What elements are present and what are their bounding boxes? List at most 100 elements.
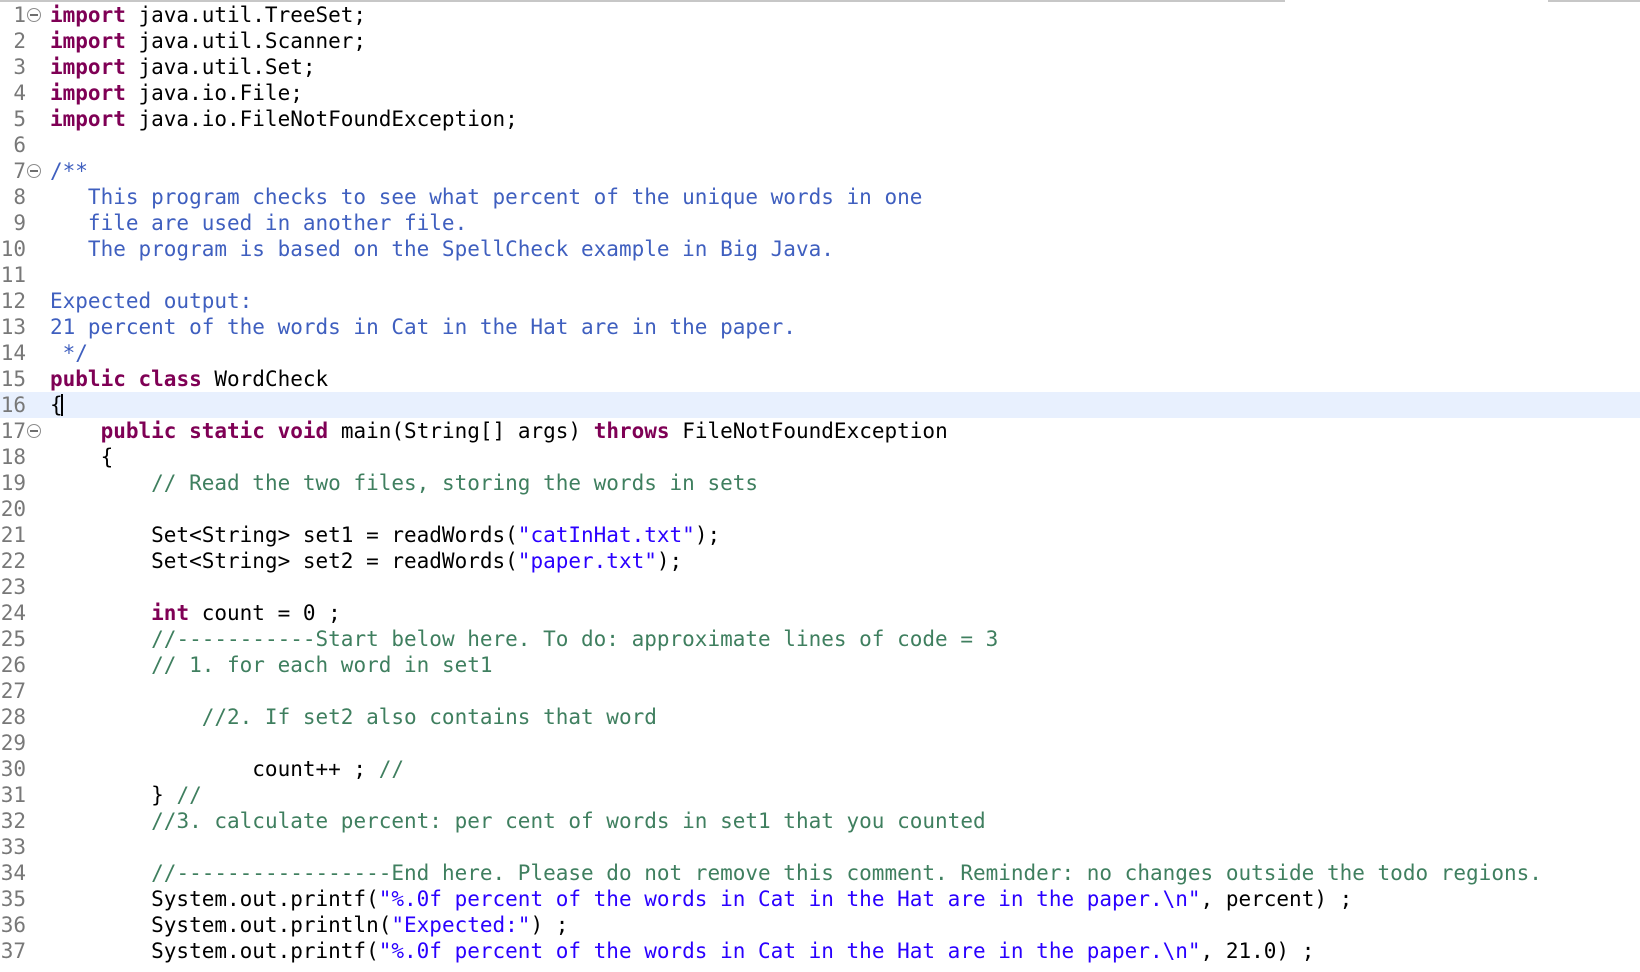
line-number: 14 [0, 341, 26, 365]
code-line[interactable]: 14 */ [0, 340, 1640, 366]
line-number: 3 [13, 55, 26, 79]
code-line[interactable]: 27 [0, 678, 1640, 704]
line-number: 24 [0, 601, 26, 625]
line-number: 29 [0, 731, 26, 755]
code-token: , percent) ; [1200, 887, 1353, 911]
javadoc-token: file are used in another file. [50, 211, 468, 235]
code-line[interactable]: 36 System.out.println("Expected:") ; [0, 912, 1640, 938]
code-line[interactable]: 30 count++ ; // [0, 756, 1640, 782]
code-line[interactable]: 23 [0, 574, 1640, 600]
code-token: java.util.Set; [125, 55, 316, 79]
code-line[interactable]: 33 [0, 834, 1640, 860]
javadoc-token: 21 percent of the words in Cat in the Ha… [50, 315, 796, 339]
code-line[interactable]: 3 import java.util.Set; [0, 54, 1640, 80]
line-number: 31 [0, 783, 26, 807]
fold-collapse-icon[interactable] [27, 424, 41, 438]
code-line[interactable]: 11 [0, 262, 1640, 288]
code-text: //-----------Start below here. To do: ap… [50, 626, 998, 652]
line-number: 30 [0, 757, 26, 781]
code-text: public class WordCheck [50, 366, 328, 392]
code-line[interactable]: 6 [0, 132, 1640, 158]
code-text: Expected output: [50, 288, 252, 314]
keyword-token: class [138, 367, 202, 391]
code-line[interactable]: 20 [0, 496, 1640, 522]
line-number: 32 [0, 809, 26, 833]
keyword-token: import [50, 3, 126, 27]
code-token: ) ; [530, 913, 569, 937]
code-text: file are used in another file. [50, 210, 467, 236]
code-token: java.io.FileNotFoundException; [125, 107, 518, 131]
code-line[interactable]: 22 Set<String> set2 = readWords("paper.t… [0, 548, 1640, 574]
code-token: System.out.println( [50, 913, 392, 937]
line-number: 28 [0, 705, 26, 729]
code-line[interactable]: 9 file are used in another file. [0, 210, 1640, 236]
code-editor[interactable]: 1 import java.util.TreeSet; 2 import java.u… [0, 2, 1640, 964]
code-line[interactable]: 35 System.out.printf("%.0f percent of th… [0, 886, 1640, 912]
code-text: import java.io.File; [50, 80, 303, 106]
code-token: ); [656, 549, 683, 573]
code-text: } // [50, 782, 202, 808]
code-token: main(String[] args) [328, 419, 594, 443]
line-number: 27 [0, 679, 26, 703]
javadoc-token: /** [50, 159, 88, 183]
code-line[interactable]: 18 { [0, 444, 1640, 470]
code-text: public static void main(String[] args) t… [50, 418, 948, 444]
code-text: import java.util.TreeSet; [50, 2, 366, 28]
fold-collapse-icon[interactable] [27, 8, 41, 22]
code-line[interactable]: 1 import java.util.TreeSet; [0, 2, 1640, 28]
code-line[interactable]: 13 21 percent of the words in Cat in the … [0, 314, 1640, 340]
code-line[interactable]: 32 //3. calculate percent: per cent of w… [0, 808, 1640, 834]
code-line[interactable]: 8 This program checks to see what percen… [0, 184, 1640, 210]
code-line[interactable]: 25 //-----------Start below here. To do:… [0, 626, 1640, 652]
code-text: //-----------------End here. Please do n… [50, 860, 1542, 886]
code-line[interactable]: 5 import java.io.FileNotFoundException; [0, 106, 1640, 132]
code-line[interactable]: 12 Expected output: [0, 288, 1640, 314]
code-text: 21 percent of the words in Cat in the Ha… [50, 314, 796, 340]
comment-token: // 1. for each word in set1 [151, 653, 493, 677]
javadoc-token: */ [50, 341, 88, 365]
code-line[interactable]: 15 public class WordCheck [0, 366, 1640, 392]
code-line[interactable]: 19 // Read the two files, storing the wo… [0, 470, 1640, 496]
code-line[interactable]: 7 /** [0, 158, 1640, 184]
code-line[interactable]: 4 import java.io.File; [0, 80, 1640, 106]
text-caret [60, 394, 63, 416]
code-line[interactable]: 31 } // [0, 782, 1640, 808]
line-number: 22 [0, 549, 26, 573]
code-line[interactable]: 17 public static void main(String[] args… [0, 418, 1640, 444]
line-number: 15 [0, 367, 26, 391]
line-number: 13 [0, 315, 26, 339]
code-line[interactable]: 26 // 1. for each word in set1 [0, 652, 1640, 678]
code-line[interactable]: 10 The program is based on the SpellChec… [0, 236, 1640, 262]
line-number: 26 [0, 653, 26, 677]
code-token: , 21.0) ; [1200, 939, 1315, 963]
code-line[interactable]: 28 //2. If set2 also contains that word [0, 704, 1640, 730]
fold-collapse-icon[interactable] [27, 164, 41, 178]
code-text: int count = 0 ; [50, 600, 341, 626]
line-number: 7 [13, 159, 26, 183]
line-number: 2 [13, 29, 26, 53]
code-line[interactable]: 16 { [0, 392, 1640, 418]
code-text: System.out.printf("%.0f percent of the w… [50, 886, 1352, 912]
line-number: 25 [0, 627, 26, 651]
javadoc-token: The program is based on the SpellCheck e… [50, 237, 834, 261]
code-token: count = 0 ; [189, 601, 341, 625]
code-line[interactable]: 2 import java.util.Scanner; [0, 28, 1640, 54]
line-number: 10 [0, 237, 26, 261]
code-line[interactable]: 24 int count = 0 ; [0, 600, 1640, 626]
keyword-token: static [189, 419, 265, 443]
code-token: Set<String> set2 = readWords( [50, 549, 518, 573]
code-line[interactable]: 37 System.out.printf("%.0f percent of th… [0, 938, 1640, 964]
code-text: import java.io.FileNotFoundException; [50, 106, 518, 132]
line-number: 4 [13, 81, 26, 105]
code-line[interactable]: 29 [0, 730, 1640, 756]
code-token: FileNotFoundException [669, 419, 948, 443]
code-line[interactable]: 34 //-----------------End here. Please d… [0, 860, 1640, 886]
string-token: "%.0f percent of the words in Cat in the… [378, 939, 1201, 963]
code-token: ); [694, 523, 721, 547]
code-line[interactable]: 21 Set<String> set1 = readWords("catInHa… [0, 522, 1640, 548]
javadoc-token: Expected output: [50, 289, 253, 313]
keyword-token: throws [593, 419, 670, 443]
